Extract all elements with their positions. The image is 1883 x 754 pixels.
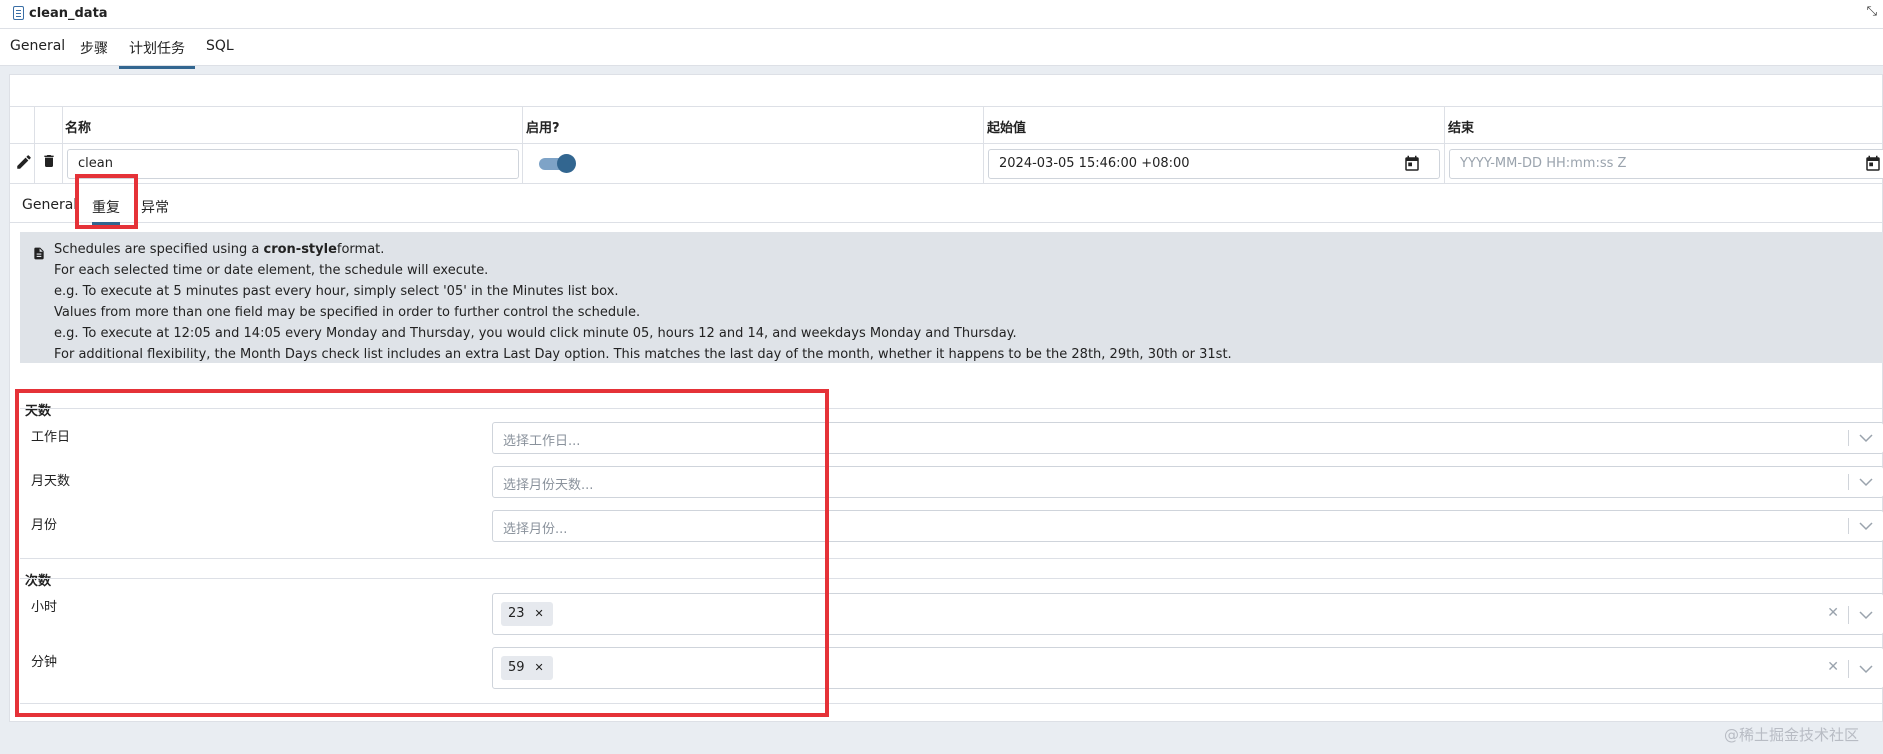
subtab-repeat[interactable]: 重复 — [92, 197, 120, 225]
minutes-label: 分钟 — [31, 655, 58, 670]
schedule-sub-tabs: General 重复 异常 — [10, 185, 1883, 225]
hours-label: 小时 — [31, 600, 58, 615]
times-heading: 次数 — [25, 574, 52, 589]
delete-trash-icon[interactable] — [41, 152, 57, 170]
cron-help-notice: Schedules are specified using a cron-sty… — [20, 232, 1883, 363]
table-row: clean 2024-03-05 15:46:00 +08:00 YYYY-MM… — [10, 144, 1883, 184]
minute-chip: 59 ✕ — [501, 656, 553, 680]
days-heading: 天数 — [25, 404, 52, 419]
end-datetime-input[interactable]: YYYY-MM-DD HH:mm:ss Z — [1449, 149, 1883, 179]
enabled-toggle[interactable] — [537, 152, 576, 176]
header-start: 起始值 — [987, 121, 1027, 136]
chevron-down-icon[interactable] — [1859, 521, 1873, 531]
chevron-down-icon[interactable] — [1859, 664, 1873, 674]
start-datetime-input[interactable]: 2024-03-05 15:46:00 +08:00 — [988, 149, 1440, 179]
chevron-down-icon[interactable] — [1859, 610, 1873, 620]
help-line-4: Values from more than one field may be s… — [54, 305, 641, 320]
subtab-general[interactable]: General — [22, 197, 77, 213]
edit-pencil-icon[interactable] — [15, 153, 33, 171]
monthdays-select[interactable]: 选择月份天数... — [492, 466, 1883, 498]
description-icon — [34, 247, 44, 260]
document-icon — [13, 6, 24, 20]
name-input[interactable]: clean — [67, 149, 519, 179]
schedule-grid-header: 名称 启用? 起始值 结束 — [10, 106, 1883, 144]
clear-icon[interactable]: ✕ — [1827, 659, 1839, 675]
main-tabs: General 步骤 计划任务 SQL — [0, 29, 1883, 69]
remove-chip-icon[interactable]: ✕ — [535, 607, 544, 620]
tab-sql[interactable]: SQL — [206, 38, 234, 54]
remove-chip-icon[interactable]: ✕ — [535, 661, 544, 674]
tab-schedules[interactable]: 计划任务 — [119, 38, 195, 69]
end-datetime-placeholder: YYYY-MM-DD HH:mm:ss Z — [1460, 156, 1627, 171]
monthdays-label: 月天数 — [31, 474, 71, 489]
expand-arrows-icon[interactable]: ⤡ — [1867, 4, 1877, 19]
help-line-6: For additional flexibility, the Month Da… — [54, 347, 1232, 362]
window-titlebar: clean_data ⤡ — [0, 0, 1883, 29]
subtab-exceptions[interactable]: 异常 — [141, 197, 169, 217]
weekdays-label: 工作日 — [31, 430, 71, 445]
schedule-panel: 名称 启用? 起始值 结束 clean 2024-03-05 15:46:00 … — [9, 74, 1883, 722]
chevron-down-icon[interactable] — [1859, 433, 1873, 443]
help-line-3: e.g. To execute at 5 minutes past every … — [54, 284, 619, 299]
minutes-select[interactable]: 59 ✕ ✕ — [492, 647, 1883, 689]
start-datetime-value: 2024-03-05 15:46:00 +08:00 — [999, 156, 1190, 171]
watermark: @稀土掘金技术社区 — [1723, 726, 1859, 744]
months-select[interactable]: 选择月份... — [492, 510, 1883, 542]
help-line-1: Schedules are specified using a cron-sty… — [54, 242, 385, 257]
window-title: clean_data — [29, 6, 108, 21]
hour-chip: 23 ✕ — [501, 602, 553, 626]
tab-steps[interactable]: 步骤 — [80, 38, 108, 58]
hours-select[interactable]: 23 ✕ ✕ — [492, 593, 1883, 635]
help-line-5: e.g. To execute at 12:05 and 14:05 every… — [54, 326, 1017, 341]
calendar-icon[interactable] — [1403, 155, 1421, 173]
help-line-2: For each selected time or date element, … — [54, 263, 489, 278]
header-end: 结束 — [1448, 121, 1475, 136]
chevron-down-icon[interactable] — [1859, 477, 1873, 487]
tab-general[interactable]: General — [10, 38, 65, 54]
weekdays-select[interactable]: 选择工作日... — [492, 422, 1883, 454]
clear-icon[interactable]: ✕ — [1827, 605, 1839, 621]
header-name: 名称 — [65, 121, 92, 136]
months-label: 月份 — [31, 518, 58, 533]
calendar-icon[interactable] — [1864, 155, 1882, 173]
header-enabled: 启用? — [526, 121, 560, 136]
